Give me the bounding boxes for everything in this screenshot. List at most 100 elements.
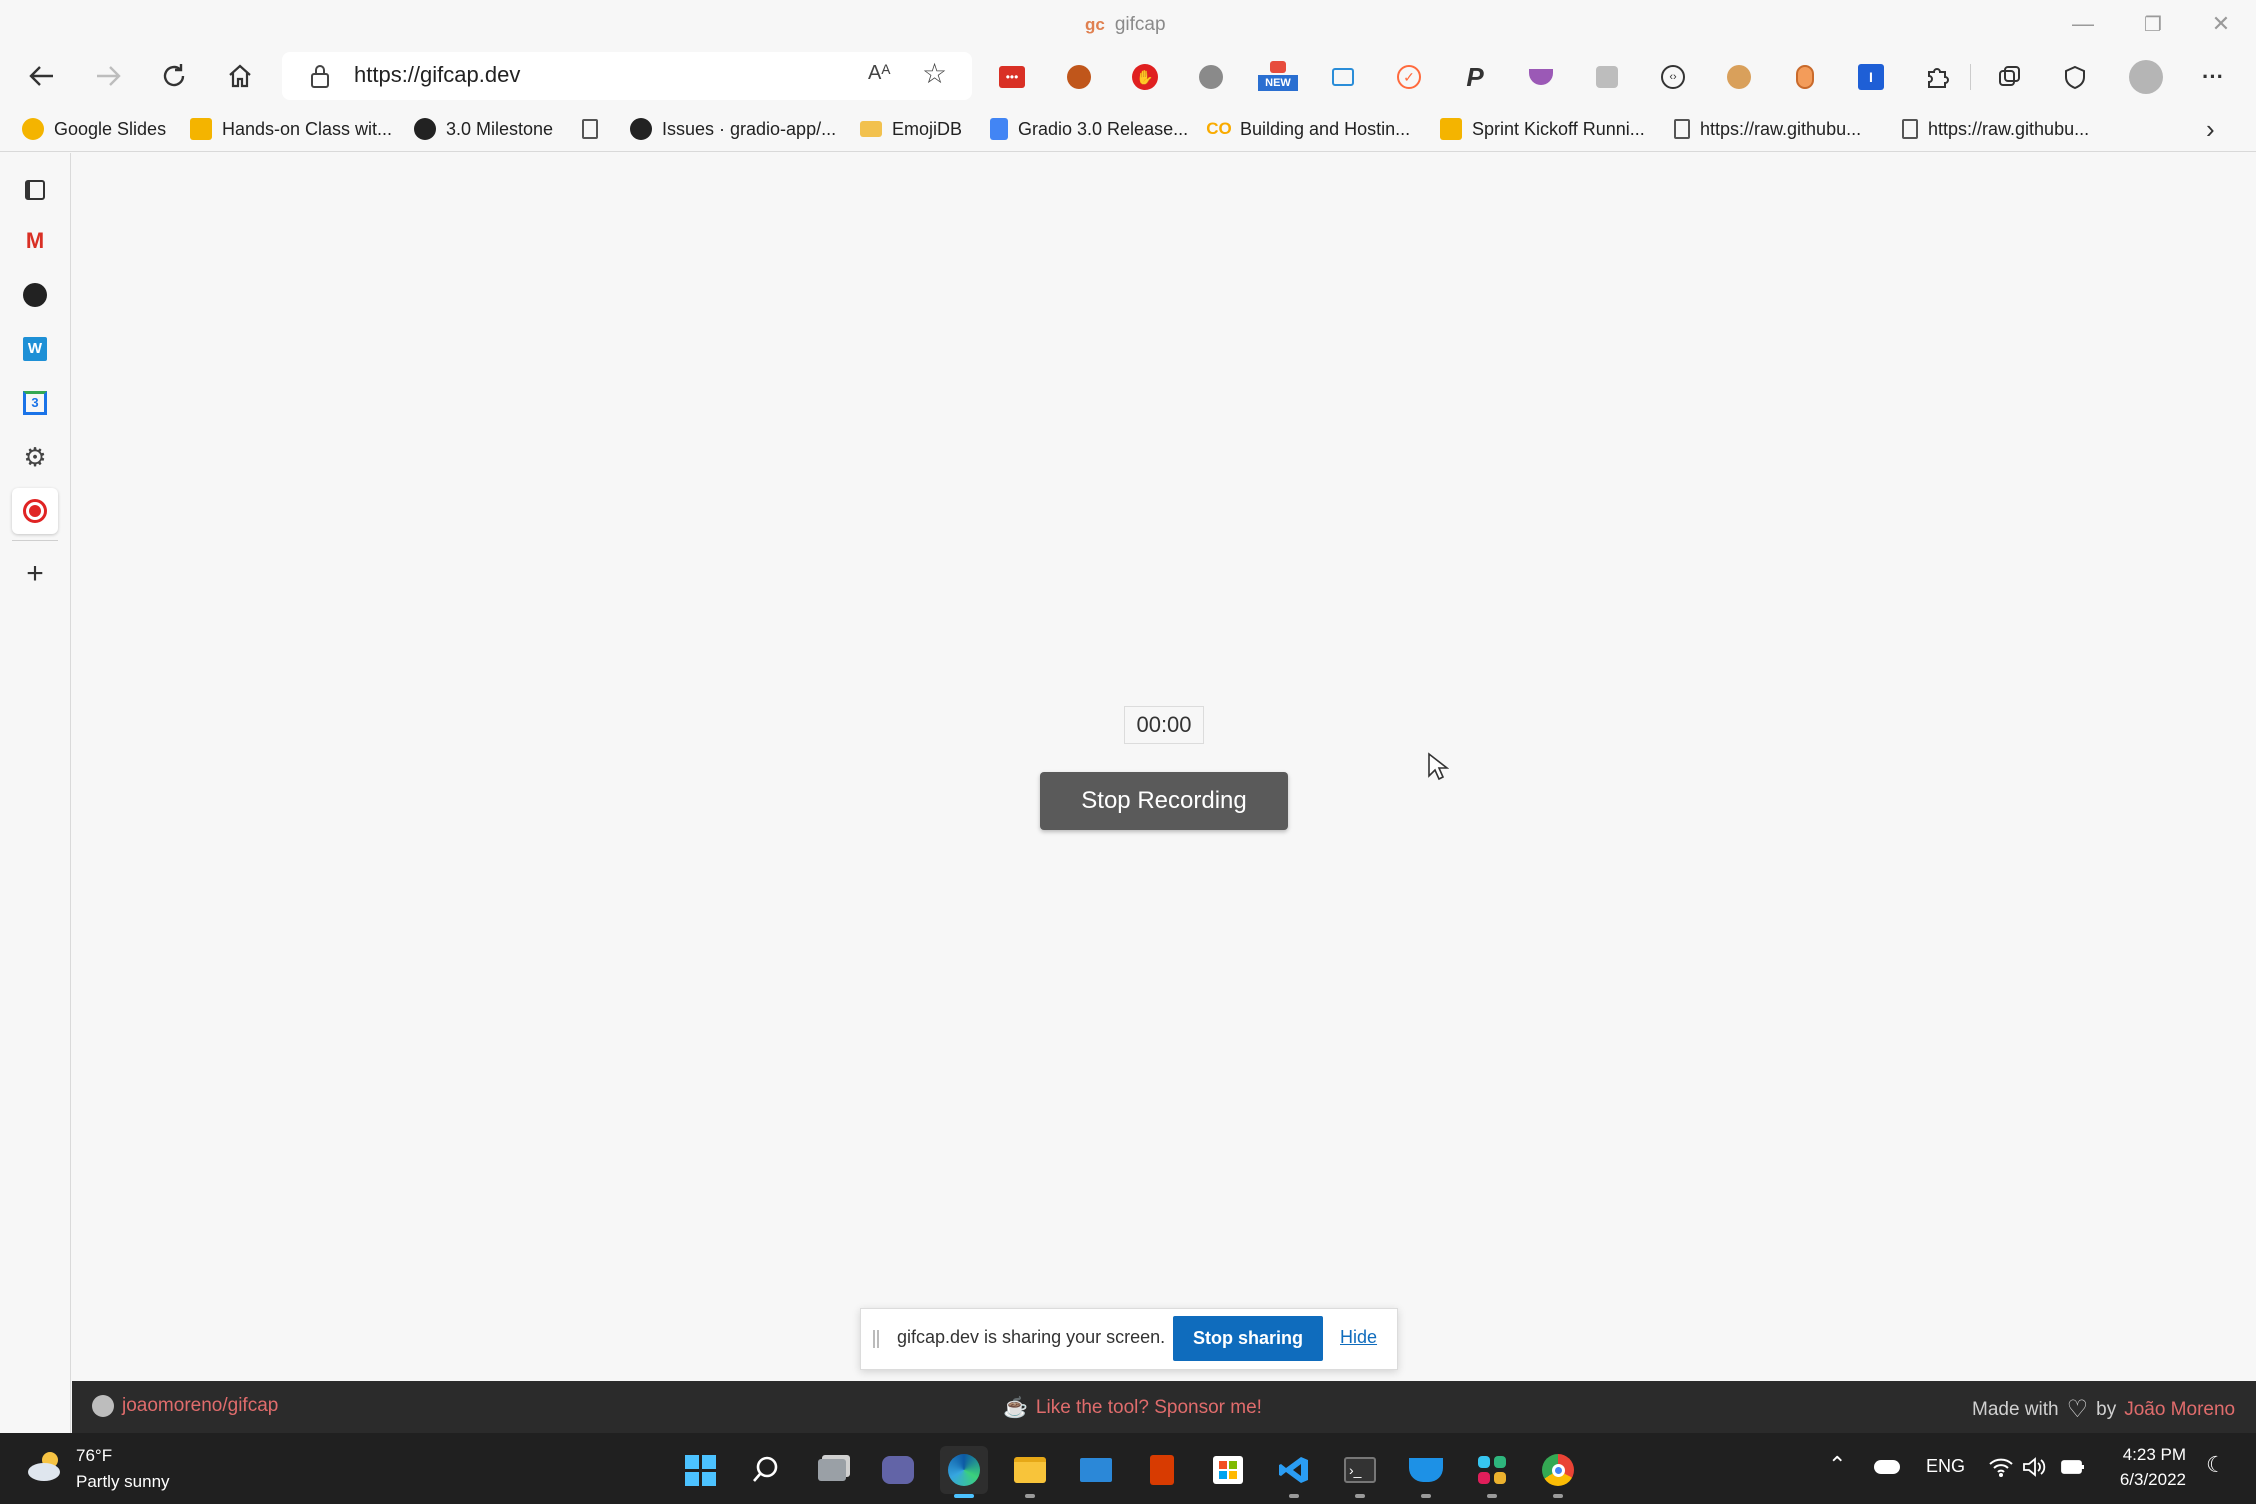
extension-purple-icon[interactable]	[1522, 58, 1560, 96]
extension-bitwarden-icon[interactable]: I	[1852, 58, 1890, 96]
extension-cookie-icon[interactable]	[1720, 58, 1758, 96]
new-tab-plus-icon[interactable]: +	[12, 551, 58, 597]
task-view-icon[interactable]	[808, 1446, 856, 1494]
edge-active-indicator	[954, 1494, 974, 1498]
volume-icon[interactable]	[2022, 1456, 2046, 1483]
forward-button[interactable]	[82, 50, 134, 102]
extensions-puzzle-icon[interactable]	[1918, 58, 1956, 96]
extension-paypal-icon[interactable]: P	[1456, 58, 1494, 96]
collections-icon[interactable]	[1990, 58, 2028, 96]
extension-screenshot-icon[interactable]	[1324, 58, 1362, 96]
wifi-icon[interactable]	[1988, 1456, 2014, 1484]
extension-new-icon[interactable]: NEW	[1256, 58, 1300, 96]
extension-check-icon[interactable]: ✓	[1390, 58, 1428, 96]
extension-bug-icon[interactable]	[1060, 58, 1098, 96]
bookmark-google-slides[interactable]: Google Slides	[22, 112, 166, 146]
word-tab-icon[interactable]: W	[12, 326, 58, 372]
extension-gray-icon[interactable]	[1588, 58, 1626, 96]
edge-taskbar-icon[interactable]	[940, 1446, 988, 1494]
bookmarks-overflow-chevron-icon[interactable]: ›	[2206, 112, 2215, 146]
settings-gear-icon[interactable]: ⚙	[12, 434, 58, 480]
repo-link[interactable]: joaomoreno/gifcap	[92, 1395, 278, 1417]
by-text: by	[2096, 1398, 2117, 1420]
docker-icon[interactable]	[1402, 1446, 1450, 1494]
stop-sharing-button[interactable]: Stop sharing	[1173, 1316, 1323, 1361]
page-icon	[1674, 119, 1690, 139]
bookmark-gradio-issues[interactable]: Issues · gradio-app/...	[630, 112, 836, 146]
forward-arrow-icon	[97, 66, 121, 86]
tab-actions-icon[interactable]	[12, 167, 58, 213]
browser-essentials-icon[interactable]	[2056, 58, 2094, 96]
lock-icon[interactable]	[308, 62, 332, 95]
read-aloud-icon[interactable]: Aᴬ	[868, 62, 890, 85]
sharing-message: gifcap.dev is sharing your screen.	[897, 1327, 1166, 1347]
made-with-credit: Made with ♡ by João Moreno	[1972, 1395, 2235, 1424]
extension-tomato-icon[interactable]	[1192, 58, 1230, 96]
bookmark-gradio-release[interactable]: Gradio 3.0 Release...	[990, 112, 1188, 146]
terminal-running-indicator	[1355, 1494, 1365, 1498]
minimize-button[interactable]: —	[2048, 0, 2118, 48]
clock-time[interactable]: 4:23 PM	[2106, 1445, 2186, 1465]
bookmark-label: Hands-on Class wit...	[222, 118, 393, 139]
window-title-text: gifcap	[1114, 14, 1166, 35]
bookmark-sprint-kickoff[interactable]: Sprint Kickoff Runni...	[1440, 112, 1645, 146]
mail-icon[interactable]	[1072, 1446, 1120, 1494]
add-favorite-icon[interactable]: ☆	[922, 57, 947, 90]
close-button[interactable]: ✕	[2186, 0, 2256, 48]
microsoft-store-icon[interactable]	[1204, 1446, 1252, 1494]
refresh-button[interactable]	[148, 50, 200, 102]
hide-sharing-bar-link[interactable]: Hide	[1340, 1327, 1377, 1348]
battery-icon[interactable]	[2060, 1456, 2086, 1483]
language-indicator[interactable]: ENG	[1926, 1456, 1965, 1477]
bookmark-raw-github-2[interactable]: https://raw.githubu...	[1902, 112, 2089, 146]
gmail-tab-icon[interactable]: M	[12, 218, 58, 264]
bookmark-emojidb[interactable]: EmojiDB	[860, 112, 962, 146]
weather-widget[interactable]	[26, 1448, 66, 1489]
extension-code-icon[interactable]: ‹›	[1654, 58, 1692, 96]
bookmark-label: https://raw.githubu...	[1928, 118, 2090, 139]
office-icon[interactable]	[1138, 1446, 1186, 1494]
author-link[interactable]: João Moreno	[2124, 1399, 2235, 1421]
back-button[interactable]	[16, 50, 68, 102]
bookmark-milestone[interactable]: 3.0 Milestone	[414, 112, 553, 146]
bookmark-hands-on-class[interactable]: Hands-on Class wit...	[190, 112, 392, 146]
start-button-windows-icon[interactable]	[676, 1446, 724, 1494]
calendar-tab-icon[interactable]: 3	[12, 380, 58, 426]
onedrive-cloud-icon[interactable]	[1874, 1460, 1900, 1474]
vscode-icon[interactable]	[1270, 1446, 1318, 1494]
slack-icon[interactable]	[1468, 1446, 1516, 1494]
sponsor-link[interactable]: ☕ Like the tool? Sponsor me!	[1003, 1395, 1262, 1420]
focus-assist-moon-icon[interactable]: ☾	[2206, 1452, 2226, 1478]
clock-date[interactable]: 6/3/2022	[2106, 1470, 2186, 1490]
extension-adblock-icon[interactable]: ✋	[1126, 58, 1164, 96]
home-button[interactable]	[214, 50, 266, 102]
bookmark-page[interactable]	[582, 112, 598, 146]
partly-sunny-icon	[28, 1452, 60, 1481]
slides-icon	[22, 118, 44, 140]
search-icon[interactable]	[742, 1446, 790, 1494]
github-icon	[92, 1395, 114, 1417]
window-title: gc gifcap	[1085, 10, 1166, 40]
page-icon	[582, 119, 598, 139]
chrome-icon[interactable]	[1534, 1446, 1582, 1494]
teams-chat-icon[interactable]	[874, 1446, 922, 1494]
settings-more-button[interactable]: ···	[2194, 58, 2232, 96]
github-tab-icon[interactable]	[12, 272, 58, 318]
stop-recording-button[interactable]: Stop Recording	[1040, 772, 1288, 830]
show-hidden-icons-chevron-icon[interactable]: ⌃	[1828, 1452, 1846, 1478]
restore-button[interactable]: ❐	[2118, 0, 2188, 48]
drag-handle-icon[interactable]	[873, 1330, 879, 1348]
bookmark-building-hosting[interactable]: CO Building and Hostin...	[1206, 112, 1410, 146]
weather-description[interactable]: Partly sunny	[76, 1472, 170, 1492]
extension-orange-icon[interactable]	[1786, 58, 1824, 96]
slides-icon	[190, 118, 212, 140]
file-explorer-icon[interactable]	[1006, 1446, 1054, 1494]
terminal-icon[interactable]: ›_	[1336, 1446, 1384, 1494]
profile-avatar[interactable]	[2124, 58, 2168, 96]
weather-temperature[interactable]: 76°F	[76, 1446, 112, 1466]
extension-red-dots-icon[interactable]: •••	[993, 58, 1031, 96]
gifcap-active-tab-record-icon[interactable]	[12, 488, 58, 534]
url-text[interactable]: https://gifcap.dev	[354, 62, 520, 88]
mouse-cursor-icon	[1427, 752, 1450, 787]
bookmark-raw-github-1[interactable]: https://raw.githubu...	[1674, 112, 1861, 146]
